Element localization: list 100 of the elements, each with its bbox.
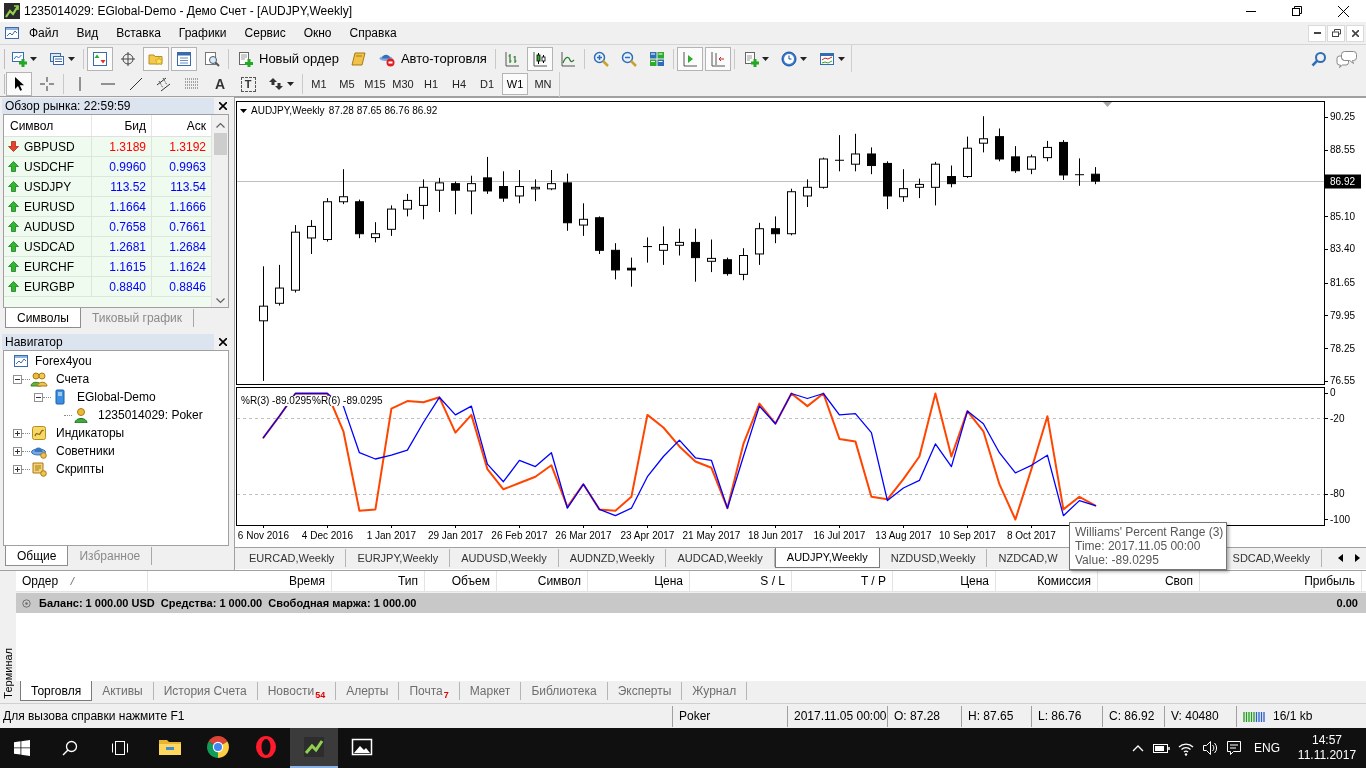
quote-row[interactable]: GBPUSD 1.3189 1.3192: [4, 137, 211, 157]
list-window-button[interactable]: [171, 46, 197, 71]
quote-row[interactable]: EURGBP 0.8840 0.8846: [4, 277, 211, 297]
tree-item[interactable]: 1235014029: Poker: [98, 406, 203, 424]
pointer-button[interactable]: [6, 72, 32, 96]
clock-date[interactable]: 11.11.2017: [1297, 748, 1357, 763]
play-axes-button[interactable]: [676, 46, 703, 71]
tree-item[interactable]: Советники: [56, 442, 115, 460]
terminal-tab[interactable]: Алерты: [336, 682, 400, 700]
column-header[interactable]: Цена: [893, 571, 996, 591]
column-header[interactable]: T / P: [792, 571, 893, 591]
scrollbar-track[interactable]: [211, 115, 228, 307]
tree-item[interactable]: Счета: [56, 370, 90, 388]
minus-box-icon[interactable]: [13, 374, 22, 384]
chart-tab[interactable]: NZDUSD,Weekly: [879, 549, 988, 567]
panel-tab[interactable]: Символы: [5, 308, 81, 328]
chart-tab[interactable]: AUDCAD,Weekly: [666, 549, 775, 567]
tree-item[interactable]: Forex4you: [35, 352, 92, 370]
taskbar-app-button[interactable]: [290, 728, 338, 768]
chart-tab[interactable]: AUDNZD,Weekly: [558, 549, 667, 567]
mdi-close-button[interactable]: [1346, 24, 1364, 42]
text-tool-button[interactable]: A: [207, 72, 233, 96]
text-label-button[interactable]: T: [235, 72, 261, 96]
chevron-up-icon[interactable]: [1132, 744, 1144, 752]
clock-time[interactable]: 14:57: [1312, 733, 1342, 748]
menu-item[interactable]: Сервис: [235, 22, 295, 44]
plus-box-icon[interactable]: [13, 428, 22, 438]
column-header[interactable]: Тип: [332, 571, 425, 591]
timeframe-button[interactable]: M15: [362, 73, 388, 95]
chat-bubbles-icon[interactable]: [1336, 49, 1358, 68]
auto-trading-button[interactable]: Авто-торговля: [373, 46, 492, 71]
chart-tab[interactable]: SDCAD,Weekly: [1228, 549, 1322, 567]
quote-row[interactable]: EURUSD 1.1664 1.1666: [4, 197, 211, 217]
column-header[interactable]: Символ: [4, 115, 92, 136]
scroll-thumb[interactable]: [213, 133, 227, 155]
timeframe-button[interactable]: M30: [390, 73, 416, 95]
panel-tab[interactable]: Общие: [5, 546, 69, 566]
plus-box-icon[interactable]: [13, 446, 22, 456]
shift-marker-icon[interactable]: [1103, 102, 1112, 107]
scroll-left-icon[interactable]: [1338, 554, 1343, 562]
quote-row[interactable]: USDCAD 1.2681 1.2684: [4, 237, 211, 257]
tree-item[interactable]: Индикаторы: [56, 424, 125, 442]
terminal-tab[interactable]: История Счета: [153, 682, 258, 700]
chart-tab[interactable]: EURCAD,Weekly: [238, 549, 347, 567]
quote-row[interactable]: USDCHF 0.9960 0.9963: [4, 157, 211, 177]
mdi-restore-button[interactable]: [1327, 24, 1345, 42]
column-header[interactable]: Своп: [1098, 571, 1200, 591]
language-indicator[interactable]: ENG: [1254, 739, 1280, 757]
timeframe-button[interactable]: M1: [306, 73, 332, 95]
quotes-window-button[interactable]: [87, 46, 113, 71]
column-header[interactable]: Время: [148, 571, 332, 591]
chart-tab[interactable]: AUDJPY,Weekly: [774, 548, 880, 568]
terminal-tab[interactable]: Маркет: [459, 682, 522, 700]
menu-item[interactable]: Окно: [294, 22, 341, 44]
chart-tab[interactable]: EURJPY,Weekly: [346, 549, 451, 567]
menu-item[interactable]: Графики: [169, 22, 236, 44]
plus-box-icon[interactable]: [13, 464, 22, 474]
timeframe-button[interactable]: D1: [474, 73, 500, 95]
terminal-tab[interactable]: Почта$_{7}$: [399, 682, 460, 700]
search-icon[interactable]: [1311, 50, 1327, 67]
folder-star-button[interactable]: [143, 46, 169, 71]
column-header[interactable]: Бид: [92, 115, 152, 136]
timeframe-button[interactable]: MN: [530, 73, 556, 95]
chart-tab[interactable]: AUDUSD,Weekly: [450, 549, 559, 567]
speaker-icon[interactable]: [1202, 740, 1218, 756]
quote-row[interactable]: EURCHF 1.1615 1.1624: [4, 257, 211, 277]
new-order-button[interactable]: Новый ордер: [232, 46, 344, 71]
menu-item[interactable]: Вид: [67, 22, 108, 44]
column-header[interactable]: Ордер: [16, 571, 148, 591]
close-icon[interactable]: [219, 337, 227, 346]
quote-row[interactable]: AUDUSD 0.7658 0.7661: [4, 217, 211, 237]
column-header[interactable]: S / L: [690, 571, 792, 591]
mdi-minimize-button[interactable]: [1308, 24, 1326, 42]
scroll-down-icon[interactable]: [215, 298, 225, 304]
menu-item[interactable]: Справка: [340, 22, 406, 44]
scroll-right-icon[interactable]: [1355, 554, 1360, 562]
candlestick-button[interactable]: [526, 46, 553, 71]
chart-document-icon[interactable]: [4, 25, 20, 41]
terminal-tab[interactable]: Торговля: [20, 681, 93, 701]
column-header[interactable]: Комиссия: [996, 571, 1098, 591]
dropdown-caret-icon[interactable]: [240, 109, 247, 113]
scroll-up-icon[interactable]: [215, 122, 225, 128]
battery-icon[interactable]: [1153, 742, 1171, 754]
terminal-tab[interactable]: Эксперты: [607, 682, 683, 700]
timeframe-button[interactable]: H1: [418, 73, 444, 95]
notification-icon[interactable]: [1226, 740, 1242, 756]
minus-box-icon[interactable]: [34, 392, 43, 402]
tree-item[interactable]: EGlobal-Demo: [77, 388, 156, 406]
quote-row[interactable]: USDJPY 113.52 113.54: [4, 177, 211, 197]
timeframe-button[interactable]: W1: [502, 73, 528, 95]
sort-icon[interactable]: [70, 577, 76, 585]
timeframe-button[interactable]: M5: [334, 73, 360, 95]
column-header[interactable]: Аск: [152, 115, 211, 136]
column-header[interactable]: Символ: [497, 571, 588, 591]
menu-item[interactable]: Файл: [20, 22, 68, 44]
terminal-tab[interactable]: Журнал: [682, 682, 748, 700]
close-icon[interactable]: [219, 101, 227, 110]
tree-item[interactable]: Скрипты: [56, 460, 104, 478]
terminal-tab[interactable]: Активы: [92, 682, 154, 700]
terminal-tab[interactable]: Библиотека: [521, 682, 608, 700]
